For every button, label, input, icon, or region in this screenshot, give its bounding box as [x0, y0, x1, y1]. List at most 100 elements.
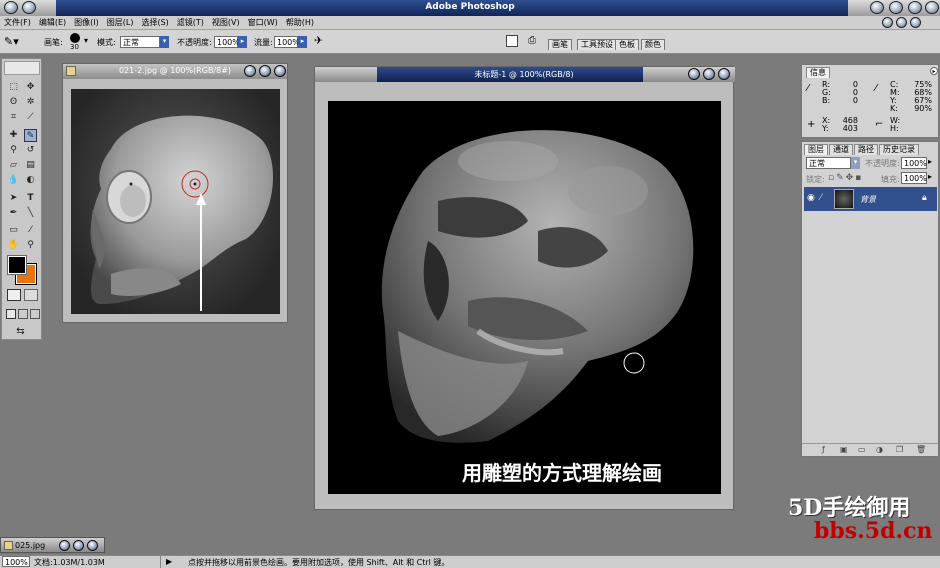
line-tool-icon[interactable]: ╲ — [24, 207, 37, 220]
tab-color[interactable]: 颜色 — [641, 39, 665, 50]
clone-stamp-icon[interactable]: ⚲ — [7, 144, 20, 157]
palette-well-icon[interactable]: ⎙ — [528, 35, 540, 47]
doc3-close-icon[interactable] — [87, 540, 98, 551]
doc2-canvas[interactable]: 用雕塑的方式理解绘画 — [328, 101, 721, 494]
type-tool-icon[interactable]: T — [24, 192, 37, 205]
doc1-close-icon[interactable] — [274, 65, 286, 77]
doc-minimize-icon[interactable] — [882, 17, 893, 28]
screen-mode-full-menu-icon[interactable] — [18, 309, 28, 319]
quick-mask-icon[interactable] — [24, 289, 38, 301]
doc2-close-icon[interactable] — [718, 68, 730, 80]
tab-layers[interactable]: 图层 — [804, 144, 828, 155]
tab-paths[interactable]: 路径 — [854, 144, 878, 155]
tab-info[interactable]: 信息 — [806, 67, 830, 78]
lock-icons[interactable]: ▫✎✥▪ — [828, 173, 863, 183]
layer-visibility-eye-icon[interactable]: ◉ — [807, 193, 815, 203]
tab-tool-presets[interactable]: 工具预设 — [577, 39, 617, 50]
flow-slider-icon[interactable]: ▸ — [298, 36, 307, 48]
layer-set-icon[interactable]: ▭ — [858, 445, 866, 454]
tab-channels[interactable]: 通道 — [829, 144, 853, 155]
magic-wand-icon[interactable]: ✲ — [24, 96, 37, 109]
adjustment-layer-icon[interactable]: ◑ — [876, 445, 883, 454]
menu-help[interactable]: 帮助(H) — [282, 16, 318, 28]
doc3-restore-icon[interactable] — [59, 540, 70, 551]
pen-tool-icon[interactable]: ✒ — [7, 207, 20, 220]
doc-window-minimized[interactable]: 025.jpg — [0, 537, 105, 553]
doc3-maximize-icon[interactable] — [73, 540, 84, 551]
layer-link-icon[interactable]: ⁄ — [820, 193, 822, 203]
lasso-tool-icon[interactable]: ʘ — [7, 96, 20, 109]
doc2-titlebar[interactable]: 未标题-1 @ 100%(RGB/8) — [315, 67, 735, 82]
screen-mode-standard-icon[interactable] — [6, 309, 16, 319]
standard-mode-icon[interactable] — [7, 289, 21, 301]
dodge-tool-icon[interactable]: ◐ — [24, 174, 37, 187]
doc1-titlebar[interactable]: 021-2.jpg @ 100%(RGB/8#) — [63, 64, 287, 79]
eyedropper-icon[interactable]: ⁄ — [24, 224, 37, 237]
tab-brushes[interactable]: 画笔 — [548, 39, 572, 50]
maximize-icon[interactable] — [889, 1, 903, 14]
menu-edit[interactable]: 编辑(E) — [35, 16, 70, 28]
move-tool-icon[interactable]: ✥ — [24, 81, 37, 94]
restore-icon[interactable] — [908, 1, 922, 14]
menu-file[interactable]: 文件(F) — [0, 16, 35, 28]
layer-mask-icon[interactable]: ▣ — [840, 445, 848, 454]
brush-tool-preset-icon[interactable]: ✎▾ — [4, 35, 24, 49]
blend-mode-dropdown-icon[interactable]: ▾ — [851, 157, 860, 169]
blur-tool-icon[interactable]: 💧 — [7, 174, 20, 187]
marquee-tool-icon[interactable]: ⬚ — [7, 81, 20, 94]
adobe-online-icon[interactable] — [4, 61, 40, 75]
new-layer-icon[interactable]: ❐ — [896, 445, 903, 454]
foreground-color-swatch[interactable] — [7, 255, 27, 275]
delete-layer-icon[interactable]: 🗑︎ — [916, 445, 926, 454]
menu-filter[interactable]: 滤镜(T) — [173, 16, 208, 28]
path-select-icon[interactable]: ➤ — [7, 192, 20, 205]
status-menu-icon[interactable]: ▶ — [166, 557, 172, 566]
file-browser-icon[interactable] — [506, 35, 518, 47]
doc1-minimize-icon[interactable] — [244, 65, 256, 77]
brush-picker-chevron-icon[interactable]: ▾ — [84, 36, 88, 45]
menu-window[interactable]: 窗口(W) — [244, 16, 282, 28]
layer-opacity-field[interactable]: 100% — [901, 157, 927, 169]
tab-swatches[interactable]: 色板 — [615, 39, 639, 50]
doc-close-icon[interactable] — [910, 17, 921, 28]
crop-tool-icon[interactable]: ⌗ — [7, 111, 20, 124]
info-panel-menu-icon[interactable]: ▸ — [930, 67, 938, 75]
layer-style-icon[interactable]: ƒ — [822, 445, 825, 454]
mode-select[interactable]: 正常 — [120, 36, 160, 48]
healing-brush-icon[interactable]: ✚ — [7, 129, 20, 142]
flow-field[interactable]: 100% — [274, 36, 300, 48]
minimize-icon[interactable] — [870, 1, 884, 14]
zoom-tool-icon[interactable]: ⚲ — [24, 239, 37, 252]
brush-tool-icon[interactable]: ✎ — [24, 129, 37, 142]
menu-view[interactable]: 视图(V) — [208, 16, 244, 28]
history-brush-icon[interactable]: ↺ — [24, 144, 37, 157]
menu-layer[interactable]: 图层(L) — [103, 16, 138, 28]
fill-field[interactable]: 100% — [901, 172, 927, 184]
hand-tool-icon[interactable]: ✋ — [7, 239, 20, 252]
zoom-field[interactable]: 100% — [2, 556, 30, 567]
close-icon[interactable] — [925, 1, 939, 14]
doc2-maximize-icon[interactable] — [703, 68, 715, 80]
blend-mode-select[interactable]: 正常 — [806, 157, 851, 169]
brush-preview-icon[interactable] — [70, 33, 80, 43]
layer-row-background[interactable]: ◉ ⁄ 背景 🔒︎ — [804, 187, 937, 211]
opacity-field[interactable]: 100% — [214, 36, 240, 48]
layer-opacity-slider-icon[interactable]: ▸ — [928, 157, 932, 166]
doc2-minimize-icon[interactable] — [688, 68, 700, 80]
eraser-icon[interactable]: ▱ — [7, 159, 20, 172]
airbrush-icon[interactable]: ✈ — [314, 34, 328, 48]
mode-dropdown-icon[interactable]: ▾ — [160, 36, 169, 48]
opacity-slider-icon[interactable]: ▸ — [238, 36, 247, 48]
menu-select[interactable]: 选择(S) — [137, 16, 172, 28]
doc-restore-icon[interactable] — [896, 17, 907, 28]
gradient-icon[interactable]: ▤ — [24, 159, 37, 172]
doc1-canvas[interactable] — [71, 89, 280, 314]
menu-image[interactable]: 图像(I) — [70, 16, 103, 28]
tab-history[interactable]: 历史记录 — [879, 144, 919, 155]
screen-mode-full-icon[interactable] — [30, 309, 40, 319]
jump-to-imageready-icon[interactable]: ⇆ — [14, 325, 27, 338]
fill-slider-icon[interactable]: ▸ — [928, 172, 932, 181]
slice-tool-icon[interactable]: ⟋ — [24, 111, 37, 124]
doc1-maximize-icon[interactable] — [259, 65, 271, 77]
notes-tool-icon[interactable]: ▭ — [7, 224, 20, 237]
